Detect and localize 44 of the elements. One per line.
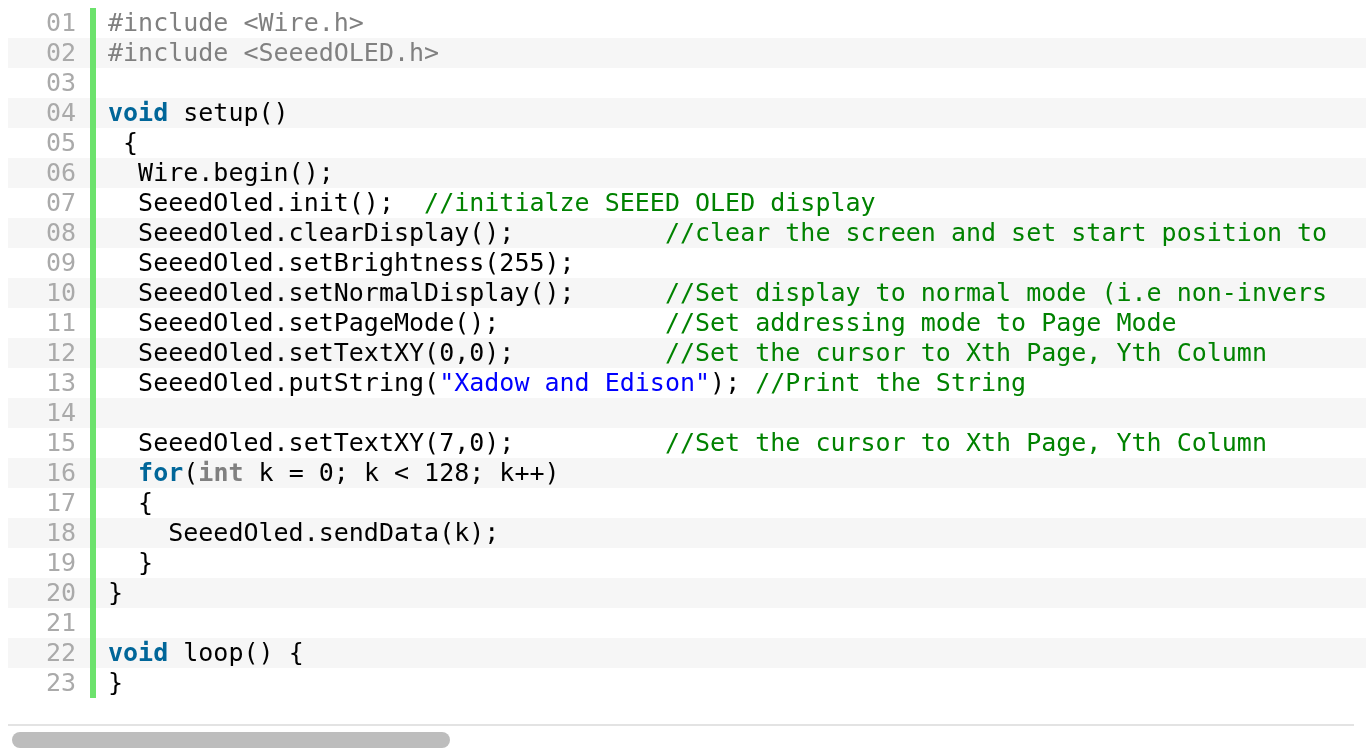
line-number: 20 — [44, 578, 76, 608]
code-line: SeeedOled.clearDisplay(); //clear the screen and set start position to — [137, 218, 1328, 247]
line-number: 16 — [44, 458, 76, 488]
line-number: 05 — [44, 128, 76, 158]
code-line: SeeedOled.sendData(k); — [167, 518, 500, 547]
code-line: } — [108, 578, 124, 607]
code-line: Wire.begin(); — [137, 158, 334, 187]
line-number: 04 — [44, 98, 76, 128]
line-number: 02 — [44, 38, 76, 68]
line-number: 06 — [44, 158, 76, 188]
code-line: void loop() { — [108, 638, 304, 667]
code-line: } — [137, 548, 154, 577]
scrollbar-thumb[interactable] — [12, 732, 450, 748]
code-line: SeeedOled.setTextXY(7,0); //Set the cursor to Xth Page, Yth Column — [137, 428, 1267, 457]
code-line: SeeedOled.setBrightness(255); — [137, 248, 575, 277]
code-line: #include <Wire.h> — [108, 8, 364, 37]
line-number: 17 — [44, 488, 76, 518]
code-line: { — [137, 488, 154, 517]
line-number: 23 — [44, 668, 76, 698]
code-line: SeeedOled.setTextXY(0,0); //Set the cursor to Xth Page, Yth Column — [137, 338, 1267, 367]
code-line: } — [108, 668, 124, 697]
line-number: 11 — [44, 308, 76, 338]
line-number: 03 — [44, 68, 76, 98]
code-line: #include <SeeedOLED.h> — [108, 38, 440, 67]
line-number: 19 — [44, 548, 76, 578]
line-number: 07 — [44, 188, 76, 218]
line-number: 22 — [44, 638, 76, 668]
line-number: 09 — [44, 248, 76, 278]
code-line: void setup() — [108, 98, 289, 127]
code-line: for(int k = 0; k < 128; k++) — [137, 458, 560, 487]
code-line: SeeedOled.putString("Xadow and Edison"); //Print the String — [137, 368, 1027, 397]
line-number: 10 — [44, 278, 76, 308]
code-line: SeeedOled.setPageMode(); //Set addressing mode to Page Mode — [137, 308, 1177, 337]
line-number: 13 — [44, 368, 76, 398]
line-number: 18 — [44, 518, 76, 548]
line-number: 12 — [44, 338, 76, 368]
code-line: { — [122, 128, 139, 157]
line-number: 21 — [44, 608, 76, 638]
line-number: 08 — [44, 218, 76, 248]
line-number: 01 — [44, 8, 76, 38]
code-line: SeeedOled.setNormalDisplay(); //Set display to normal mode (i.e non-invers — [137, 278, 1328, 307]
code-line: SeeedOled.init(); //initialze SEEED OLED display — [137, 188, 876, 217]
line-number: 15 — [44, 428, 76, 458]
line-number: 14 — [44, 398, 76, 428]
